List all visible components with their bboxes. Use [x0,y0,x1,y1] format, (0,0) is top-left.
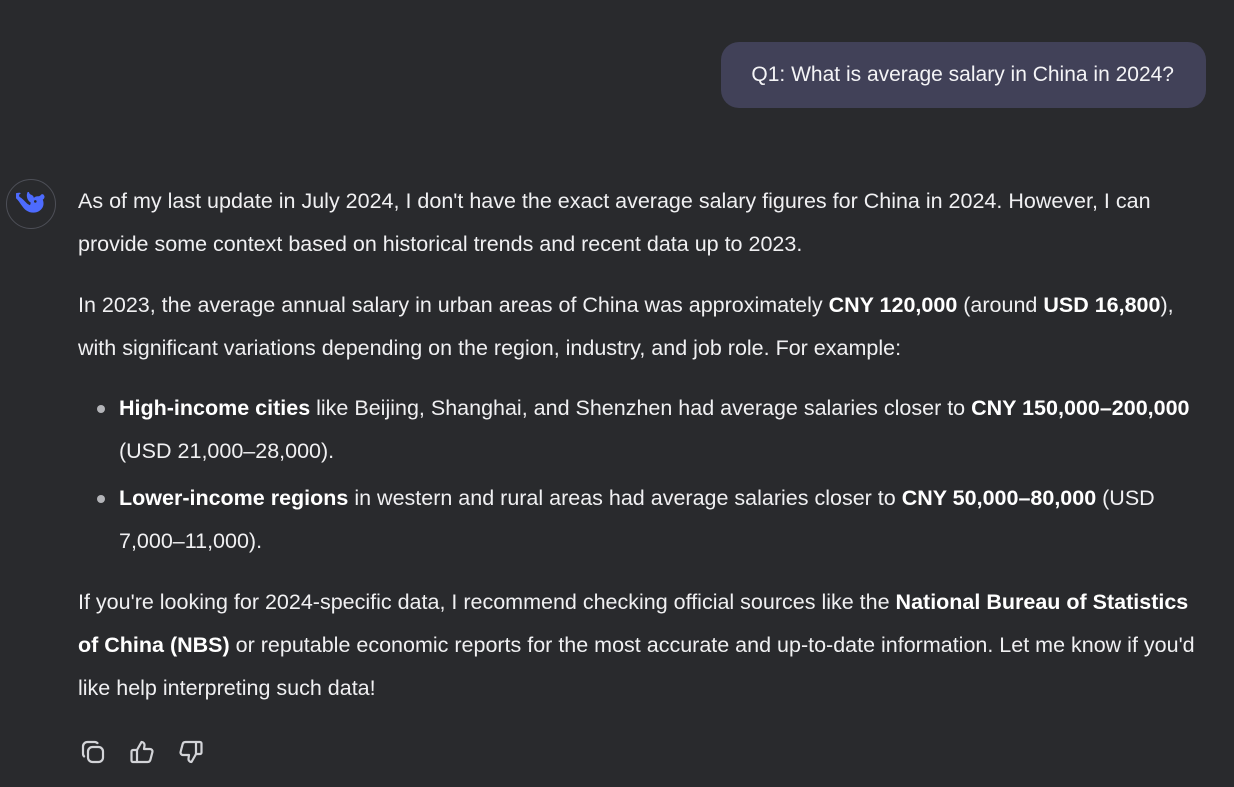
deepseek-whale-icon [16,192,45,213]
copy-button[interactable] [78,735,107,769]
answer-paragraph-recommendation: If you're looking for 2024-specific data… [78,581,1213,710]
answer-paragraph-2023: In 2023, the average annual salary in ur… [78,284,1213,370]
answer-paragraph-intro: As of my last update in July 2024, I don… [78,189,1151,256]
thumbs-down-icon [178,740,203,764]
bullet-text: in western and rural areas had average s… [348,486,902,510]
assistant-answer: As of my last update in July 2024, I don… [78,180,1213,710]
bullet-text: (USD 21,000–28,000). [119,439,335,463]
bullet-bold-lead: Lower-income regions [119,486,349,510]
paragraph-text: (around [957,293,1044,317]
paragraph-text: If you're looking for 2024-specific data… [78,590,896,614]
bold-figure: USD 16,800 [1043,293,1161,317]
assistant-avatar [6,179,56,229]
like-button[interactable] [127,735,156,769]
dislike-button[interactable] [176,735,205,769]
paragraph-text: In 2023, the average annual salary in ur… [78,293,829,317]
chat-page: Q1: What is average salary in China in 2… [0,0,1234,787]
copy-icon [81,740,104,764]
bullet-bold-figure: CNY 150,000–200,000 [971,396,1190,420]
paragraph-text: or reputable economic reports for the mo… [78,633,1195,700]
bullet-bold-lead: High-income cities [119,396,311,420]
user-message-text: Q1: What is average salary in China in 2… [751,63,1174,86]
list-item: Lower-income regions in western and rura… [97,477,1213,563]
thumbs-up-icon [129,740,154,764]
bullet-bold-figure: CNY 50,000–80,000 [901,486,1097,510]
answer-bullet-list: High-income cities like Beijing, Shangha… [78,387,1213,563]
bullet-text: like Beijing, Shanghai, and Shenzhen had… [310,396,972,420]
user-message-bubble: Q1: What is average salary in China in 2… [721,42,1206,108]
bold-figure: CNY 120,000 [828,293,958,317]
list-item: High-income cities like Beijing, Shangha… [97,387,1213,473]
message-actions [78,735,205,769]
